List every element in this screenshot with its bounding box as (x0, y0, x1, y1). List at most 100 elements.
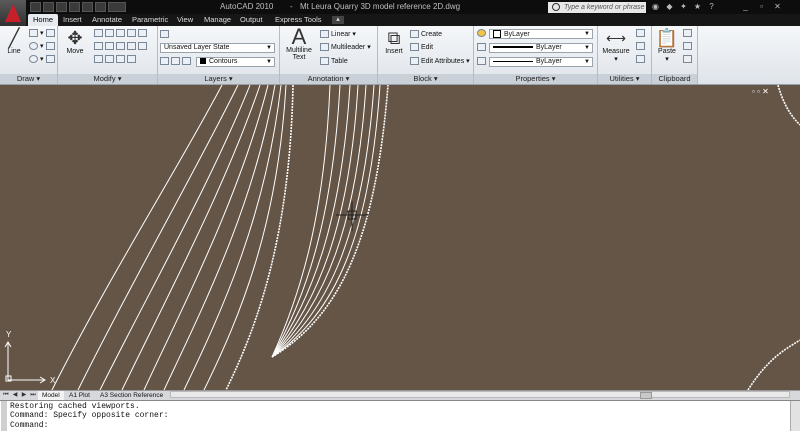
qat-redo-icon[interactable] (82, 2, 93, 12)
draw-panel: ╱ Line ▾ ▾ ▾ Draw ▾ (0, 26, 58, 84)
draw-panel-title[interactable]: Draw ▾ (0, 74, 57, 84)
linetype-preview (493, 46, 533, 49)
search-input[interactable]: Type a keyword or phrase (548, 2, 646, 13)
linetype-dropdown[interactable]: ByLayer ▼ (489, 43, 593, 53)
layers-panel-title[interactable]: Layers ▾ (158, 74, 279, 84)
polyline-button[interactable]: ▾ (29, 29, 44, 38)
help-icon[interactable]: ? (706, 2, 717, 12)
measure-label: Measure (602, 48, 630, 55)
circle-button[interactable]: ▾ (29, 42, 44, 51)
calculator-button[interactable] (636, 55, 647, 63)
arc-icon (46, 29, 55, 37)
communication-center-icon[interactable]: ✦ (678, 2, 689, 12)
qat-save-icon[interactable] (56, 2, 67, 12)
id-point-button[interactable] (636, 42, 647, 50)
modify-tools-row2[interactable] (94, 42, 149, 50)
command-line-grip[interactable] (1, 401, 7, 431)
arc-button[interactable] (46, 29, 57, 37)
layout-tab-a3-section[interactable]: A3 Section Reference (96, 391, 167, 400)
color-dropdown[interactable]: ByLayer ▼ (489, 29, 593, 39)
paste-button[interactable]: 📋 Paste ▾ (654, 28, 680, 63)
modify-tools-row1[interactable] (94, 29, 149, 37)
tab-insert[interactable]: Insert (58, 14, 87, 26)
command-line[interactable]: Restoring cached viewports. Command: Spe… (0, 400, 800, 432)
tab-output[interactable]: Output (235, 14, 268, 26)
cut-button[interactable] (683, 29, 694, 37)
minimize-icon[interactable]: _ (740, 2, 751, 12)
qat-customize-icon[interactable] (108, 2, 126, 12)
rectangle-button[interactable] (46, 55, 57, 63)
prev-layout-icon[interactable]: ◀ (11, 391, 19, 400)
edit-block-button[interactable]: Edit (410, 43, 433, 51)
measure-button[interactable]: ⟷ Measure ▾ (600, 28, 632, 63)
lineweight-preview (493, 60, 533, 62)
copy-clip-icon (683, 42, 692, 50)
last-layout-icon[interactable]: ⏭ (29, 391, 37, 400)
tab-view[interactable]: View (172, 14, 198, 26)
tab-parametric[interactable]: Parametric (127, 14, 173, 26)
layer-state-dropdown[interactable]: Unsaved Layer State ▼ (160, 43, 275, 53)
copy-clip-button[interactable] (683, 42, 694, 50)
multiline-text-button[interactable]: A Multiline Text (282, 26, 316, 62)
first-layout-icon[interactable]: ⏮ (2, 391, 10, 400)
command-prompt[interactable]: Command: (10, 421, 48, 430)
match-properties-icon[interactable] (477, 29, 488, 37)
scale-icon (105, 42, 114, 50)
quick-select-button[interactable] (636, 29, 647, 37)
horizontal-scrollbar[interactable] (170, 391, 790, 398)
binoculars-icon[interactable]: ◉ (650, 2, 661, 12)
properties-panel-title[interactable]: Properties ▾ (474, 74, 597, 84)
ellipse-button[interactable]: ▾ (29, 55, 44, 64)
minimize-ribbon-icon[interactable]: ▴ (332, 16, 344, 24)
table-button[interactable]: Table (320, 57, 348, 65)
modify-panel-title[interactable]: Modify ▾ (58, 74, 157, 84)
restore-icon[interactable]: ▫ (756, 2, 767, 12)
qat-open-icon[interactable] (43, 2, 54, 12)
edit-attributes-button[interactable]: Edit Attributes ▾ (410, 57, 470, 66)
annotation-panel-title[interactable]: Annotation ▾ (280, 74, 377, 84)
modify-tools-row3[interactable] (94, 55, 138, 63)
layer-properties-icon (160, 30, 169, 38)
array-icon (116, 42, 125, 50)
close-icon[interactable]: ✕ (772, 2, 783, 12)
viewport-controls[interactable]: ▫ ▫ ✕ (752, 87, 769, 96)
lineweight-dropdown[interactable]: ByLayer ▼ (489, 57, 593, 67)
qat-undo-icon[interactable] (69, 2, 80, 12)
ribbon: ╱ Line ▾ ▾ ▾ Draw ▾ ✥ Move Modify ▾ Unsa… (0, 26, 800, 85)
favorites-icon[interactable]: ★ (692, 2, 703, 12)
tab-manage[interactable]: Manage (199, 14, 236, 26)
drawing-canvas[interactable]: Y X (0, 85, 800, 390)
break-icon (116, 55, 125, 63)
block-panel-title[interactable]: Block ▾ (378, 74, 473, 84)
chevron-down-icon: ▼ (584, 31, 590, 37)
qat-new-icon[interactable] (30, 2, 41, 12)
layer-properties-button[interactable] (160, 30, 171, 38)
linear-dimension-button[interactable]: Linear ▾ (320, 30, 356, 39)
utilities-panel-title[interactable]: Utilities ▾ (598, 74, 651, 84)
clipboard-panel-title[interactable]: Clipboard (652, 74, 697, 84)
hatch-button[interactable] (46, 42, 57, 50)
qat-plot-icon[interactable] (95, 2, 106, 12)
contour-line-index (225, 85, 294, 390)
tab-home[interactable]: Home (28, 14, 59, 26)
insert-block-button[interactable]: ⧉ Insert (381, 28, 407, 55)
scrollbar-thumb[interactable] (640, 392, 652, 399)
tab-annotate[interactable]: Annotate (87, 14, 127, 26)
create-block-button[interactable]: Create (410, 30, 442, 38)
move-button[interactable]: ✥ Move (62, 28, 88, 55)
multileader-icon (320, 43, 329, 52)
linear-dimension-icon (320, 30, 329, 39)
command-line-scrollbar[interactable] (790, 401, 800, 431)
subscription-center-icon[interactable]: ◆ (664, 2, 675, 12)
autocad-logo-icon (5, 4, 21, 22)
copy-base-button[interactable] (683, 55, 694, 63)
layout-tab-a1-plot[interactable]: A1 Plot (65, 391, 94, 400)
measure-dropdown-icon: ▾ (614, 56, 618, 63)
layer-toggles[interactable] (160, 57, 193, 65)
edit-block-icon (410, 43, 419, 51)
multileader-button[interactable]: Multileader ▾ (320, 43, 371, 52)
next-layout-icon[interactable]: ▶ (20, 391, 28, 400)
layout-tab-model[interactable]: Model (38, 391, 64, 400)
current-layer-dropdown[interactable]: Contours ▼ (196, 57, 275, 67)
line-button[interactable]: ╱ Line (2, 28, 26, 55)
